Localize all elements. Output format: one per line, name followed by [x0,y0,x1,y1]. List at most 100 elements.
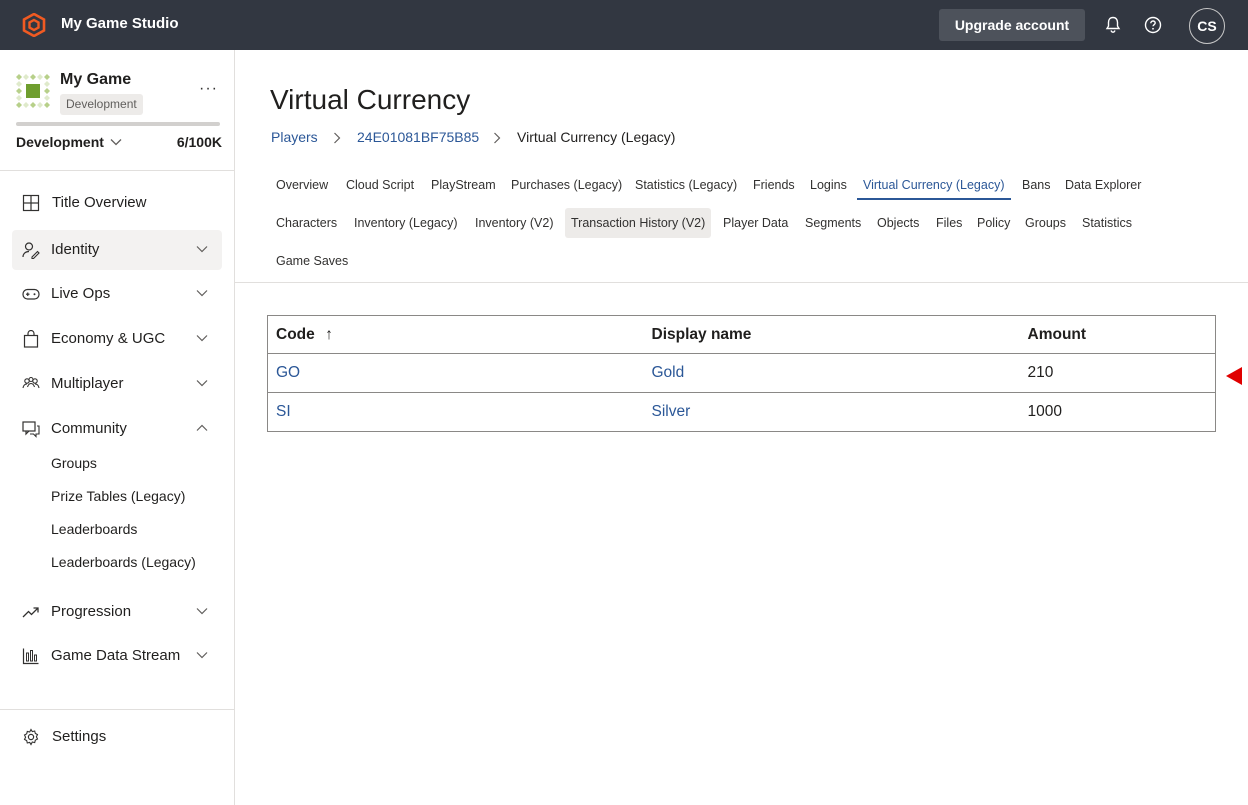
tab-statistics[interactable]: Statistics [1076,208,1138,238]
environment-badge: Development [60,94,143,115]
sidebar-subitem-leaderboards-legacy[interactable]: Leaderboards (Legacy) [51,554,196,570]
tab-playstream[interactable]: PlayStream [425,170,502,200]
currency-amount: 210 [1019,353,1216,393]
chevron-up-icon[interactable] [196,422,208,434]
sidebar-subitem-leaderboards[interactable]: Leaderboards [51,521,137,537]
column-header-code[interactable]: Code ↑ [267,315,644,354]
main-content: Virtual Currency Players 24E01081BF75B85… [235,50,1248,805]
chevron-down-icon[interactable] [196,605,208,617]
table-row: GO Gold 210 [267,353,1216,393]
page-title: Virtual Currency [270,84,471,115]
breadcrumb-players[interactable]: Players [271,129,318,145]
sidebar-item-settings[interactable]: Settings [12,717,222,757]
sidebar-item-label: Live Ops [51,285,111,302]
user-avatar[interactable]: CS [1189,8,1225,44]
chevron-down-icon[interactable] [196,243,208,255]
sidebar-item-live-ops[interactable]: Live Ops [12,274,222,314]
sidebar-item-game-data-stream[interactable]: Game Data Stream [12,636,222,676]
table-header-row: Code ↑ Display name Amount [267,315,1216,354]
chevron-right-icon [494,132,501,144]
bell-icon[interactable] [1103,15,1123,35]
virtual-currency-table: Code ↑ Display name Amount GO Gold 210 S… [267,315,1216,432]
sidebar-item-community[interactable]: Community [12,409,222,449]
chat-icon [22,421,40,438]
tab-virtual-currency-legacy[interactable]: Virtual Currency (Legacy) [857,170,1011,200]
identity-icon [22,242,40,259]
tab-purchases-legacy[interactable]: Purchases (Legacy) [505,170,628,200]
currency-amount: 1000 [1027,403,1062,420]
chevron-right-icon [334,132,341,144]
tab-inventory-legacy[interactable]: Inventory (Legacy) [348,208,464,238]
sidebar-divider [0,709,234,710]
row-pointer-marker [1226,367,1242,385]
usage-count: 6/100K [176,134,222,150]
sidebar: My Game Development ··· Development 6/10… [0,50,235,805]
chevron-down-icon[interactable] [110,138,122,146]
currency-code-link[interactable]: SI [268,393,644,432]
help-icon[interactable] [1143,15,1163,35]
tab-overview[interactable]: Overview [270,170,334,200]
currency-name-link[interactable]: Gold [643,353,1020,393]
table-row: SI Silver 1000 [268,393,1216,432]
top-bar: My Game Studio Upgrade account CS [0,0,1248,50]
shopping-bag-icon [23,330,39,348]
tab-objects[interactable]: Objects [871,208,925,238]
studio-name[interactable]: My Game Studio [61,15,179,32]
sidebar-item-label: Community [51,420,127,437]
tab-groups[interactable]: Groups [1019,208,1072,238]
chevron-down-icon[interactable] [196,377,208,389]
tab-player-data[interactable]: Player Data [717,208,794,238]
breadcrumb-player-id[interactable]: 24E01081BF75B85 [357,129,479,145]
tab-transaction-history-v2[interactable]: Transaction History (V2) [565,208,712,238]
tab-files[interactable]: Files [930,208,968,238]
sidebar-subitem-prize-tables[interactable]: Prize Tables (Legacy) [51,488,185,504]
sidebar-item-economy-ugc[interactable]: Economy & UGC [12,319,222,359]
sidebar-item-label: Settings [52,728,107,745]
tabs-divider [235,282,1248,283]
grid-icon [22,194,40,212]
tab-cloud-script[interactable]: Cloud Script [340,170,420,200]
sidebar-item-identity[interactable]: Identity [12,230,222,270]
tab-logins[interactable]: Logins [804,170,853,200]
gamepad-icon [22,288,40,300]
tab-game-saves[interactable]: Game Saves [270,246,354,276]
sidebar-item-title-overview[interactable]: Title Overview [12,183,222,223]
tab-statistics-legacy[interactable]: Statistics (Legacy) [629,170,743,200]
breadcrumb-current: Virtual Currency (Legacy) [517,129,676,145]
tab-segments[interactable]: Segments [799,208,867,238]
column-header-amount[interactable]: Amount [1019,315,1216,354]
sidebar-item-label: Identity [51,241,100,258]
sidebar-item-label: Economy & UGC [51,330,166,347]
tab-friends[interactable]: Friends [747,170,801,200]
more-options-icon[interactable]: ··· [199,80,218,98]
chevron-down-icon[interactable] [196,649,208,661]
sidebar-divider [0,170,234,171]
tab-characters[interactable]: Characters [270,208,343,238]
sidebar-item-label: Game Data Stream [51,647,181,664]
chevron-down-icon[interactable] [196,287,208,299]
sidebar-item-progression[interactable]: Progression [12,592,222,632]
people-icon [22,376,40,389]
trend-icon [22,607,39,618]
gear-icon [23,728,39,746]
currency-name-link[interactable]: Silver [644,393,1020,432]
sidebar-subitem-groups[interactable]: Groups [51,455,97,471]
playfab-logo-icon[interactable] [22,13,46,37]
column-header-display-name[interactable]: Display name [643,315,1020,354]
environment-row: Development 6/100K [16,134,222,152]
sidebar-item-multiplayer[interactable]: Multiplayer [12,364,222,404]
tab-inventory-v2[interactable]: Inventory (V2) [469,208,560,238]
sort-ascending-icon[interactable]: ↑ [325,326,333,343]
upgrade-account-button[interactable]: Upgrade account [939,9,1085,41]
environment-selector[interactable]: Development [16,134,104,150]
tab-bans[interactable]: Bans [1016,170,1057,200]
tab-data-explorer[interactable]: Data Explorer [1059,170,1147,200]
usage-progress-bar [16,122,220,126]
tab-policy[interactable]: Policy [971,208,1016,238]
currency-code-link[interactable]: GO [267,353,644,393]
chevron-down-icon[interactable] [196,332,208,344]
game-name[interactable]: My Game [60,71,131,89]
sidebar-item-label: Progression [51,603,132,620]
game-icon [16,74,50,108]
sidebar-item-label: Title Overview [52,194,147,211]
